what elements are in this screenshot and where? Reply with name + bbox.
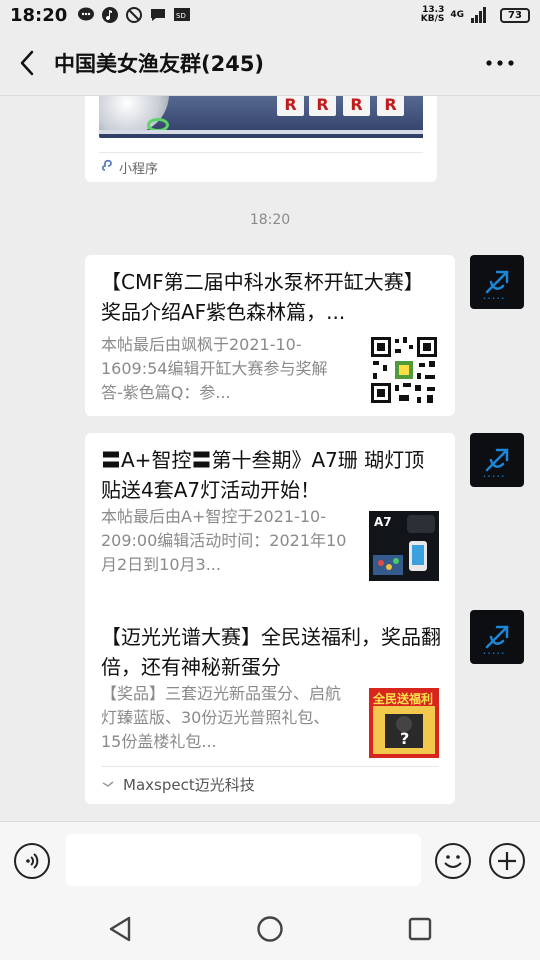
message-icon — [149, 6, 167, 24]
message-timestamp: 18:20 — [249, 212, 291, 228]
do-not-disturb-icon — [125, 6, 143, 24]
key-letter: R — [343, 96, 370, 116]
add-attachment-icon[interactable] — [489, 843, 525, 879]
emoji-icon[interactable] — [435, 843, 471, 879]
mini-program-icon — [101, 159, 115, 177]
article-source: Maxspect迈光科技 — [101, 766, 439, 802]
article-title: 〓A+智控〓第十叁期》A7珊 瑚灯顶贴送4套A7灯活动开始！ — [101, 448, 425, 502]
article-description: 本帖最后由飒枫于2021-10-1609:54编辑开缸大赛参与奖解答-紫色篇Q：… — [101, 335, 328, 402]
article-description: 本帖最后由A+智控于2021-10-209:00编辑活动时间：2021年10月2… — [101, 507, 347, 574]
chat-header: 中国美女渔友群(245) — [0, 30, 540, 96]
net-speed-unit: KB/S — [420, 14, 445, 24]
article-card[interactable]: 【CMF第二届中科水泵杯开缸大赛】奖品介绍AF紫色森林篇，... 本帖最后由飒枫… — [85, 255, 455, 416]
article-title: 【CMF第二届中科水泵杯开缸大赛】奖品介绍AF紫色森林篇，... — [101, 270, 424, 324]
battery-indicator: 73 — [500, 7, 530, 23]
qr-code-thumbnail — [369, 335, 439, 405]
mini-program-thumbnail: R R R R — [99, 96, 423, 138]
svg-text:SD: SD — [176, 12, 186, 20]
source-icon — [101, 776, 115, 794]
giveaway-thumbnail: ? 全民送福利 — [369, 688, 439, 758]
mini-program-label: 小程序 — [101, 158, 158, 177]
network-type: 4G — [450, 10, 464, 20]
key-letter: R — [377, 96, 404, 116]
signal-icon — [470, 6, 488, 24]
svg-text:• • • • •: • • • • • — [483, 296, 504, 302]
sender-avatar[interactable]: • • • • • — [470, 255, 524, 309]
status-time: 18:20 — [10, 4, 68, 26]
voice-input-icon[interactable] — [14, 843, 50, 879]
card-divider — [99, 152, 423, 153]
more-dots-icon[interactable] — [480, 48, 520, 78]
sd-card-icon: SD — [173, 6, 191, 24]
mini-program-text: 小程序 — [119, 162, 159, 177]
chat-bubble-icon — [77, 6, 95, 24]
giveaway-thumbnail-label: 全民送福利 — [373, 692, 434, 706]
sender-avatar[interactable]: • • • • • — [470, 433, 524, 487]
system-nav-bar — [0, 898, 540, 960]
status-bar: 18:20 SD 13.3 KB/S 4G 73 — [0, 0, 540, 30]
chat-area[interactable]: R R R R 小程序 18:20 【CMF第二届中科水泵杯开缸大赛】奖品介绍A… — [0, 96, 540, 821]
article-description: 【奖品】三套迈光新品蛋分、启航灯臻蓝版、30份迈光普照礼包、15份盖楼礼包... — [101, 684, 342, 751]
product-thumbnail-label: A7 — [374, 515, 392, 529]
key-letter: R — [277, 96, 304, 116]
source-name: Maxspect迈光科技 — [123, 776, 255, 794]
net-speed: 13.3 KB/S — [421, 6, 445, 24]
article-card[interactable]: 【迈光光谱大赛】全民送福利，奖品翻倍，还有神秘新蛋分 【奖品】三套迈光新品蛋分、… — [85, 610, 455, 804]
svg-text:?: ? — [400, 729, 409, 748]
nav-home-icon[interactable] — [250, 912, 290, 946]
back-arrow-icon[interactable] — [0, 30, 54, 96]
sender-avatar[interactable]: • • • • • — [470, 610, 524, 664]
svg-text:• • • • •: • • • • • — [483, 651, 504, 657]
article-title: 【迈光光谱大赛】全民送福利，奖品翻倍，还有神秘新蛋分 — [101, 625, 441, 679]
message-input[interactable] — [66, 834, 421, 886]
mini-program-card[interactable]: R R R R 小程序 — [85, 96, 437, 182]
thumb-stripe — [99, 130, 423, 134]
music-note-icon — [101, 6, 119, 24]
input-bar — [0, 821, 540, 898]
chat-title: 中国美女渔友群(245) — [54, 51, 265, 76]
product-thumbnail: A7 — [369, 511, 439, 581]
key-letter: R — [309, 96, 336, 116]
svg-text:• • • • •: • • • • • — [483, 474, 504, 480]
nav-recents-icon[interactable] — [400, 912, 440, 946]
nav-back-icon[interactable] — [100, 912, 140, 946]
